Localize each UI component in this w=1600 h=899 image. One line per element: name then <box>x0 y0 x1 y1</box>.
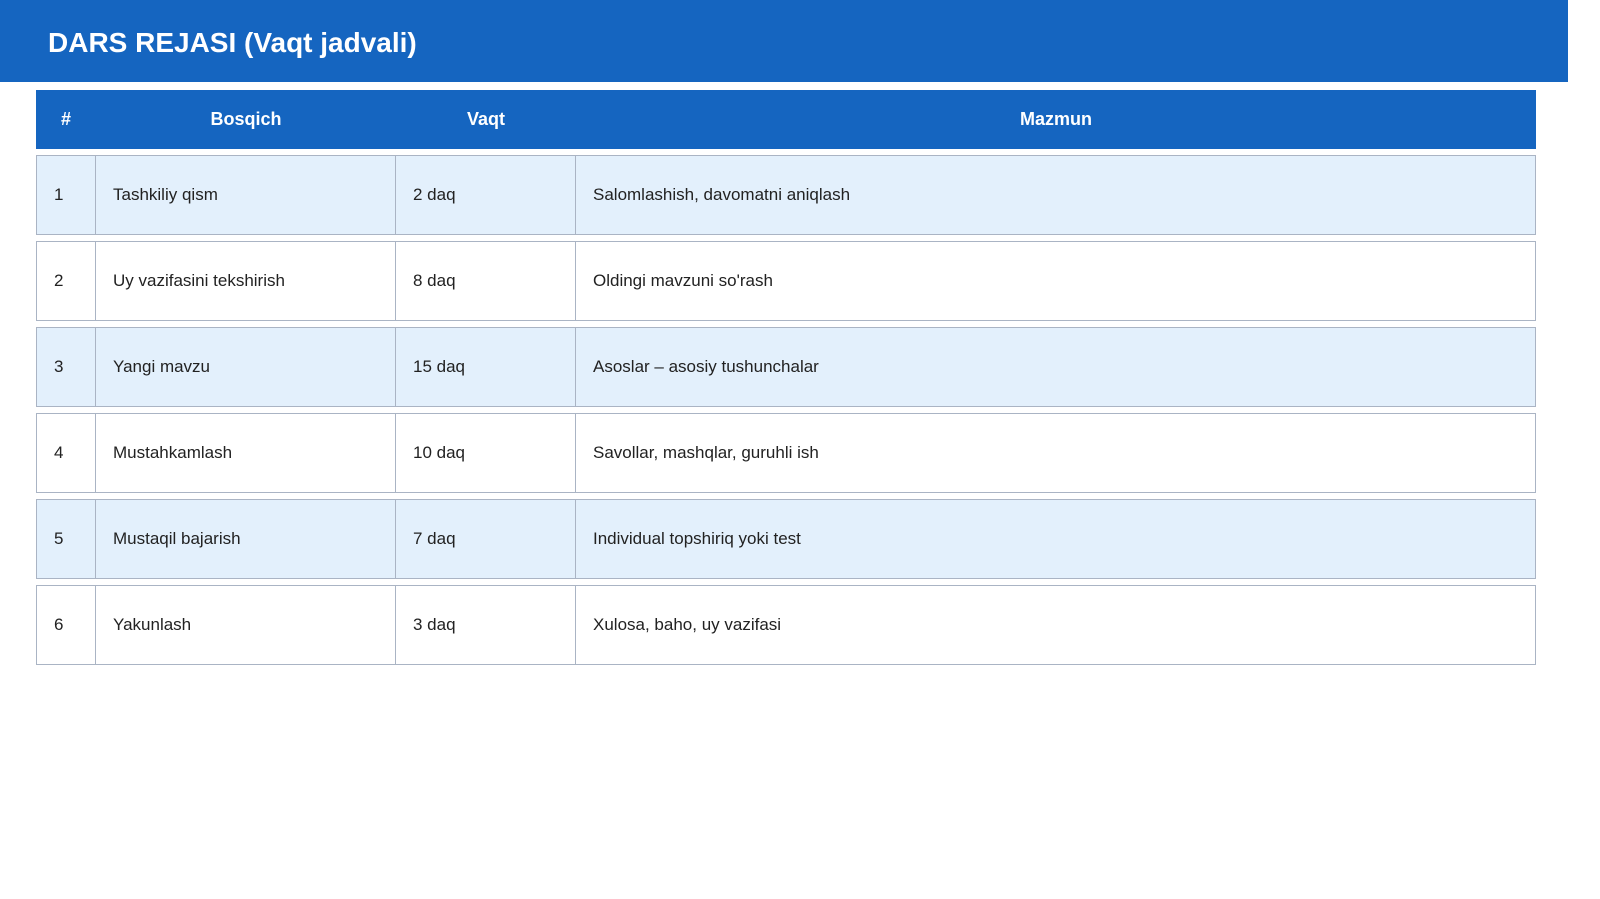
row-time: 8 daq <box>396 242 576 320</box>
row-number: 5 <box>37 500 96 578</box>
table-row: 4 Mustahkamlash 10 daq Savollar, mashqla… <box>36 413 1536 493</box>
row-number: 1 <box>37 156 96 234</box>
row-time: 10 daq <box>396 414 576 492</box>
header-stage: Bosqich <box>210 109 282 129</box>
row-stage: Tashkiliy qism <box>96 156 396 234</box>
table-row: 2 Uy vazifasini tekshirish 8 daq Oldingi… <box>36 241 1536 321</box>
row-content: Salomlashish, davomatni aniqlash <box>593 185 851 204</box>
row-stage: Yangi mavzu <box>96 328 396 406</box>
slide: DARS REJASI (Vaqt jadvali) # Bosqich Vaq… <box>0 0 1600 899</box>
row-content: Individual topshiriq yoki test <box>593 529 801 548</box>
row-content: Oldingi mavzuni so'rash <box>593 271 773 290</box>
schedule-table: # Bosqich Vaqt Mazmun 1 Tashkiliy qism 2… <box>36 90 1536 665</box>
row-time: 2 daq <box>396 156 576 234</box>
row-content: Xulosa, baho, uy vazifasi <box>593 615 782 634</box>
row-stage: Yakunlash <box>96 586 396 664</box>
row-number: 2 <box>37 242 96 320</box>
table-row: 6 Yakunlash 3 daq Xulosa, baho, uy vazif… <box>36 585 1536 665</box>
row-time: 15 daq <box>396 328 576 406</box>
table-row: 3 Yangi mavzu 15 daq Asoslar – asosiy tu… <box>36 327 1536 407</box>
row-time: 3 daq <box>396 586 576 664</box>
table-row: 5 Mustaqil bajarish 7 daq Individual top… <box>36 499 1536 579</box>
row-stage: Mustaqil bajarish <box>96 500 396 578</box>
header-number: # <box>60 109 71 129</box>
page-title: DARS REJASI (Vaqt jadvali) <box>48 27 417 58</box>
row-number: 3 <box>37 328 96 406</box>
table-row: 1 Tashkiliy qism 2 daq Salomlashish, dav… <box>36 155 1536 235</box>
row-content: Asoslar – asosiy tushunchalar <box>593 357 819 376</box>
row-stage: Uy vazifasini tekshirish <box>96 242 396 320</box>
row-time: 7 daq <box>396 500 576 578</box>
table-header: # Bosqich Vaqt Mazmun <box>36 90 1536 149</box>
row-number: 6 <box>37 586 96 664</box>
row-content: Savollar, mashqlar, guruhli ish <box>593 443 819 462</box>
header-content: Mazmun <box>1020 109 1092 129</box>
header-time: Vaqt <box>466 109 505 129</box>
title-bar: DARS REJASI (Vaqt jadvali) <box>0 0 1568 82</box>
row-stage: Mustahkamlash <box>96 414 396 492</box>
row-number: 4 <box>37 414 96 492</box>
